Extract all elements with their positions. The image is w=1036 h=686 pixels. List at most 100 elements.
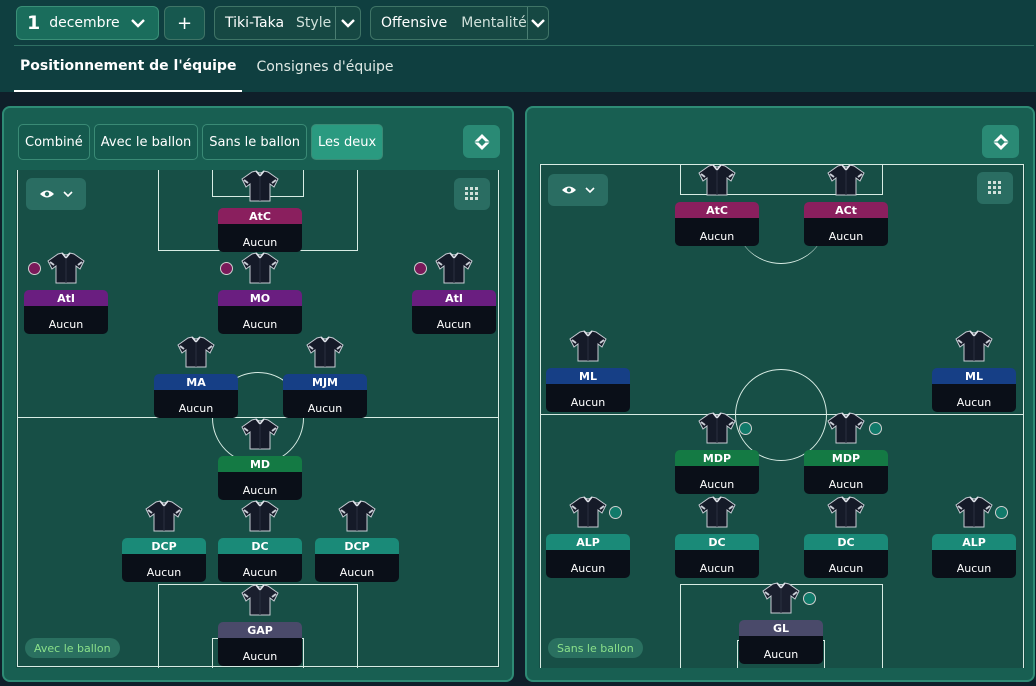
grid-icon bbox=[465, 187, 478, 200]
segment-combined[interactable]: Combiné bbox=[18, 124, 90, 160]
player-role: MA bbox=[154, 374, 238, 390]
player-role: AtI bbox=[412, 290, 496, 306]
chevron-down-icon bbox=[585, 186, 595, 193]
segment-with-ball[interactable]: Avec le ballon bbox=[93, 124, 199, 160]
add-button[interactable]: + bbox=[164, 6, 205, 40]
player-role: AtC bbox=[675, 202, 759, 218]
player-duty: Aucun bbox=[218, 224, 302, 252]
pitch-icon bbox=[473, 133, 490, 150]
player-card[interactable]: GAP Aucun bbox=[218, 584, 302, 666]
grid-icon bbox=[988, 181, 1001, 194]
player-role: MJM bbox=[283, 374, 367, 390]
eye-icon bbox=[562, 186, 576, 194]
player-duty: Aucun bbox=[739, 636, 823, 664]
player-role: ML bbox=[932, 368, 1016, 384]
player-card[interactable]: DC Aucun bbox=[218, 500, 302, 582]
top-bar: 1 decembre + Tiki-Taka Style Offensive M… bbox=[0, 0, 1036, 92]
shirt-icon bbox=[240, 584, 280, 620]
player-card[interactable]: ML Aucun bbox=[932, 330, 1016, 412]
visibility-toggle[interactable] bbox=[26, 178, 86, 210]
shirt-icon bbox=[568, 496, 608, 532]
eye-icon bbox=[40, 190, 54, 198]
shirt-icon bbox=[761, 582, 801, 618]
shirt-icon bbox=[697, 412, 737, 448]
player-card[interactable]: DC Aucun bbox=[804, 496, 888, 578]
player-duty: Aucun bbox=[218, 638, 302, 666]
player-card[interactable]: DCP Aucun bbox=[315, 500, 399, 582]
segment-without-ball[interactable]: Sans le ballon bbox=[202, 124, 308, 160]
player-duty: Aucun bbox=[804, 218, 888, 246]
player-duty: Aucun bbox=[675, 466, 759, 494]
player-card[interactable]: ACt Aucun bbox=[804, 164, 888, 246]
shirt-icon bbox=[176, 336, 216, 372]
player-role: DCP bbox=[122, 538, 206, 554]
shirt-icon bbox=[434, 252, 474, 288]
player-role: GAP bbox=[218, 622, 302, 638]
shirt-icon bbox=[240, 500, 280, 536]
player-role: ML bbox=[546, 368, 630, 384]
grid-view-button[interactable] bbox=[977, 172, 1013, 204]
player-duty: Aucun bbox=[315, 554, 399, 582]
grid-view-button[interactable] bbox=[454, 178, 490, 210]
panel-left: Combiné Avec le ballon Sans le ballon Le… bbox=[2, 106, 514, 682]
pitch-toggle-button[interactable] bbox=[982, 125, 1019, 158]
shirt-icon bbox=[826, 496, 866, 532]
player-role: ALP bbox=[932, 534, 1016, 550]
tab-team-positioning[interactable]: Positionnement de l'équipe bbox=[14, 42, 243, 92]
player-card[interactable]: DCP Aucun bbox=[122, 500, 206, 582]
player-card[interactable]: MD Aucun bbox=[218, 418, 302, 500]
ball-instruction-icon bbox=[995, 506, 1008, 519]
player-card[interactable]: MJM Aucun bbox=[283, 336, 367, 418]
pitch-toggle-button[interactable] bbox=[463, 125, 500, 158]
shirt-icon bbox=[568, 330, 608, 366]
player-duty: Aucun bbox=[546, 384, 630, 412]
shirt-icon bbox=[826, 164, 866, 200]
tab-team-instructions[interactable]: Consignes d'équipe bbox=[250, 42, 399, 92]
tab-bar: Positionnement de l'équipe Consignes d'é… bbox=[14, 42, 399, 92]
shirt-icon bbox=[826, 412, 866, 448]
ball-instruction-icon bbox=[609, 506, 622, 519]
ball-instruction-icon bbox=[869, 422, 882, 435]
shirt-icon bbox=[337, 500, 377, 536]
view-segmented-control: Combiné Avec le ballon Sans le ballon Le… bbox=[18, 124, 384, 160]
player-card[interactable]: ML Aucun bbox=[546, 330, 630, 412]
player-role: MO bbox=[218, 290, 302, 306]
player-role: DC bbox=[218, 538, 302, 554]
player-duty: Aucun bbox=[218, 554, 302, 582]
shirt-icon bbox=[954, 496, 994, 532]
player-duty: Aucun bbox=[932, 384, 1016, 412]
player-role: ACt bbox=[804, 202, 888, 218]
pitch: Avec le ballon AtC Aucun AtI Aucun MO Aucun At… bbox=[16, 170, 500, 668]
ball-instruction-icon bbox=[803, 592, 816, 605]
segment-both[interactable]: Les deux bbox=[311, 124, 384, 160]
player-role: DC bbox=[675, 534, 759, 550]
player-card[interactable]: DC Aucun bbox=[675, 496, 759, 578]
player-card[interactable]: AtC Aucun bbox=[218, 170, 302, 252]
mentality-selector[interactable]: Offensive Mentalité bbox=[370, 6, 549, 40]
player-duty: Aucun bbox=[24, 306, 108, 334]
date-selector[interactable]: 1 decembre bbox=[16, 6, 159, 40]
player-role: MDP bbox=[675, 450, 759, 466]
shirt-icon bbox=[144, 500, 184, 536]
player-card[interactable]: AtC Aucun bbox=[675, 164, 759, 246]
visibility-toggle[interactable] bbox=[548, 174, 608, 206]
ball-instruction-icon bbox=[28, 262, 41, 275]
chevron-down-icon[interactable] bbox=[528, 6, 548, 40]
chevron-down-icon bbox=[63, 190, 73, 197]
player-duty: Aucun bbox=[218, 306, 302, 334]
chevron-down-icon[interactable] bbox=[336, 6, 360, 40]
player-role: DC bbox=[804, 534, 888, 550]
date-day: 1 bbox=[27, 12, 41, 34]
style-selector[interactable]: Tiki-Taka Style bbox=[214, 6, 361, 40]
shirt-icon bbox=[240, 418, 280, 454]
player-role: ALP bbox=[546, 534, 630, 550]
ball-instruction-icon bbox=[414, 262, 427, 275]
mentality-label: Mentalité bbox=[461, 15, 527, 31]
style-label: Style bbox=[296, 15, 332, 31]
shirt-icon bbox=[697, 496, 737, 532]
player-role: MDP bbox=[804, 450, 888, 466]
ball-instruction-icon bbox=[220, 262, 233, 275]
player-duty: Aucun bbox=[546, 550, 630, 578]
player-card[interactable]: MA Aucun bbox=[154, 336, 238, 418]
mentality-value: Offensive bbox=[381, 15, 448, 31]
